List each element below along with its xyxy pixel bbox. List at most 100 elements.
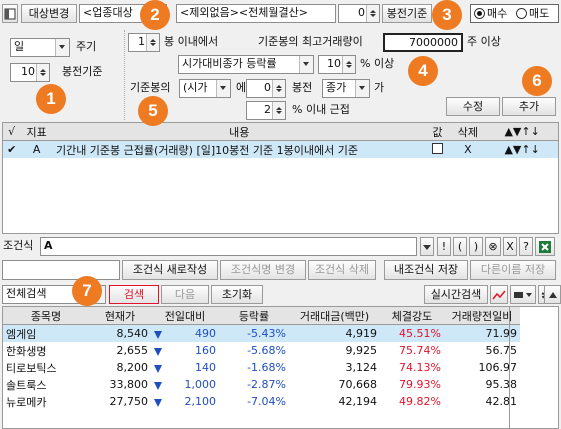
exec-strength: 74.13% — [399, 361, 441, 374]
exec-strength: 45.51% — [399, 327, 441, 340]
modify-button[interactable]: 수정 — [446, 97, 500, 116]
formula-dropdown-icon[interactable] — [420, 237, 434, 256]
trade-amount: 70,668 — [338, 378, 378, 391]
table-row[interactable]: 솔트룩스 33,800 1,000 -2.87% 70,668 79.93% 9… — [3, 376, 520, 393]
stock-name[interactable]: 엠게임 — [3, 325, 89, 343]
bar-offset-value: 0 — [358, 6, 365, 19]
rate-stepper[interactable]: 10 — [318, 55, 356, 74]
chevron-down-icon[interactable] — [216, 80, 230, 97]
change-rate: -5.43% — [247, 327, 286, 340]
col-change-header: 전일대비 — [164, 309, 206, 323]
save-as-button[interactable]: 다른이름 저장 — [470, 260, 556, 280]
within-bars-stepper[interactable]: 1 — [128, 33, 160, 52]
op-open-paren-button[interactable]: ( — [453, 237, 467, 256]
results-table: 종목명 현재가 전일대비 등락률 거래대금(백만) 체결강도 거래량전일비 엠게… — [2, 306, 559, 429]
volume-threshold-input[interactable]: 7000000 — [383, 33, 463, 52]
day-change: 490 — [151, 325, 219, 343]
new-condition-button[interactable]: 조건식 새로작성 — [122, 260, 218, 280]
save-my-condition-button[interactable]: 내조건식 저장 — [384, 260, 468, 280]
table-row[interactable]: 한화생명 2,655 160 -5.68% 9,925 75.74% 56.75 — [3, 342, 520, 359]
current-price: 27,750 — [109, 395, 149, 408]
op-close-paren-button[interactable]: ) — [469, 237, 483, 256]
base-bar-label: 봉전기준 — [62, 65, 103, 78]
sell-radio[interactable] — [516, 8, 527, 19]
realtime-search-button[interactable]: 실시간검색 — [424, 285, 488, 304]
base-bar-stepper[interactable]: 10 — [10, 63, 50, 82]
exclude-field[interactable]: <제외없음><전체월결산> — [176, 4, 336, 23]
col-strength-header: 체결강도 — [391, 309, 433, 323]
op-xor-button[interactable]: ⊗ — [485, 237, 501, 256]
rename-condition-button[interactable]: 조건식명 변경 — [220, 260, 306, 280]
list-menu-icon[interactable] — [510, 285, 536, 304]
stepper-arrows-icon[interactable] — [272, 102, 285, 119]
col-id-header: 지표 — [26, 125, 47, 139]
row-checkbox[interactable]: ✔ — [3, 141, 20, 159]
target-change-button[interactable]: 대상변경 — [21, 4, 77, 23]
op-not-button[interactable]: ! — [437, 237, 451, 256]
day-change: 160 — [151, 342, 219, 359]
table-row[interactable]: 뉴로메카 27,750 2,100 -7.04% 42,194 49.82% 4… — [3, 393, 520, 410]
row-content[interactable]: 기간내 기준봉 근접률(거래량) [일]10봉전 기준 1봉이내에서 기준 — [53, 141, 426, 159]
delete-condition-button[interactable]: 조건식 삭제 — [308, 260, 376, 280]
op-x-button[interactable]: X — [503, 237, 517, 256]
panel-toggle-icon[interactable] — [2, 4, 18, 23]
condition-list-header: √ 지표 내용 값 삭제 ▲▼↑↓ — [3, 123, 558, 141]
condition-name-input[interactable] — [2, 260, 120, 280]
ga-label: 가 — [374, 81, 385, 94]
price-combo[interactable]: 종가 — [322, 79, 370, 98]
bar-offset-stepper[interactable]: 0 — [338, 4, 380, 23]
row-delete-button[interactable]: X — [449, 141, 486, 159]
help-button[interactable]: ? — [519, 237, 533, 256]
base-bar-prefix-label: 기준봉의 — [130, 81, 171, 94]
search-button[interactable]: 검색 — [109, 285, 159, 304]
bars-ago-stepper[interactable]: 0 — [246, 79, 286, 98]
chevron-down-icon[interactable] — [299, 56, 313, 73]
annotation-badge-1: 1 — [36, 84, 66, 114]
chart-icon[interactable] — [490, 285, 508, 304]
period-unit-combo[interactable]: 일 — [10, 38, 70, 57]
row-move-buttons[interactable]: ▲▼↑↓ — [486, 141, 558, 159]
chevron-down-icon[interactable] — [355, 80, 369, 97]
col-name-header: 종목명 — [30, 309, 62, 323]
stepper-arrows-icon[interactable] — [366, 5, 379, 22]
formula-label: 조건식 — [3, 239, 34, 252]
results-header: 종목명 현재가 전일대비 등락률 거래대금(백만) 체결강도 거래량전일비 — [3, 307, 520, 325]
next-button[interactable]: 다음 — [161, 285, 209, 304]
change-rate: -1.68% — [247, 361, 286, 374]
trade-amount: 9,925 — [345, 344, 378, 357]
near-rate-stepper[interactable]: 2 — [246, 101, 286, 120]
stepper-arrows-icon[interactable] — [342, 56, 355, 73]
reset-button[interactable]: 초기화 — [211, 285, 263, 304]
price-type-combo[interactable]: (시가 — [179, 79, 231, 98]
change-rate: -7.04% — [247, 395, 286, 408]
buy-sell-radio-group: 매수 매도 — [470, 4, 559, 23]
buy-radio[interactable] — [474, 8, 485, 19]
trade-amount: 4,919 — [345, 327, 378, 340]
at-label: 에 — [236, 81, 247, 94]
down-arrow-icon — [154, 331, 162, 339]
stock-name[interactable]: 뉴로메카 — [3, 393, 89, 410]
exec-strength: 75.74% — [399, 344, 441, 357]
stepper-arrows-icon[interactable] — [272, 80, 285, 97]
bar-offset-button[interactable]: 봉전기준 — [382, 4, 432, 23]
excel-icon[interactable] — [535, 237, 555, 256]
stepper-arrows-icon[interactable] — [36, 64, 49, 81]
chevron-down-icon[interactable] — [55, 39, 69, 56]
col-price-header: 현재가 — [104, 309, 136, 323]
collapse-up-icon[interactable] — [544, 285, 561, 304]
compare-type-combo[interactable]: 시가대비종가 등락률 — [178, 55, 314, 74]
formula-input[interactable]: A — [40, 237, 417, 256]
condition-row[interactable]: ✔ A 기간내 기준봉 근접률(거래량) [일]10봉전 기준 1봉이내에서 기… — [3, 140, 558, 159]
col-amount-header: 거래대금(백만) — [299, 309, 370, 323]
table-row[interactable]: 티로보틱스 8,200 140 -1.68% 3,124 74.13% 106.… — [3, 359, 520, 376]
table-row[interactable]: 엠게임 8,540 490 -5.43% 4,919 45.51% 71.99 — [3, 324, 520, 343]
add-button[interactable]: 추가 — [502, 97, 556, 116]
down-arrow-icon — [154, 399, 162, 407]
stock-name[interactable]: 솔트룩스 — [3, 376, 89, 393]
price-type-value: (시가 — [183, 81, 208, 94]
stock-name[interactable]: 티로보틱스 — [3, 359, 89, 376]
row-value-checkbox[interactable] — [425, 141, 449, 159]
within-bars-value: 1 — [138, 35, 145, 48]
stepper-arrows-icon[interactable] — [146, 34, 159, 51]
stock-name[interactable]: 한화생명 — [3, 342, 89, 359]
